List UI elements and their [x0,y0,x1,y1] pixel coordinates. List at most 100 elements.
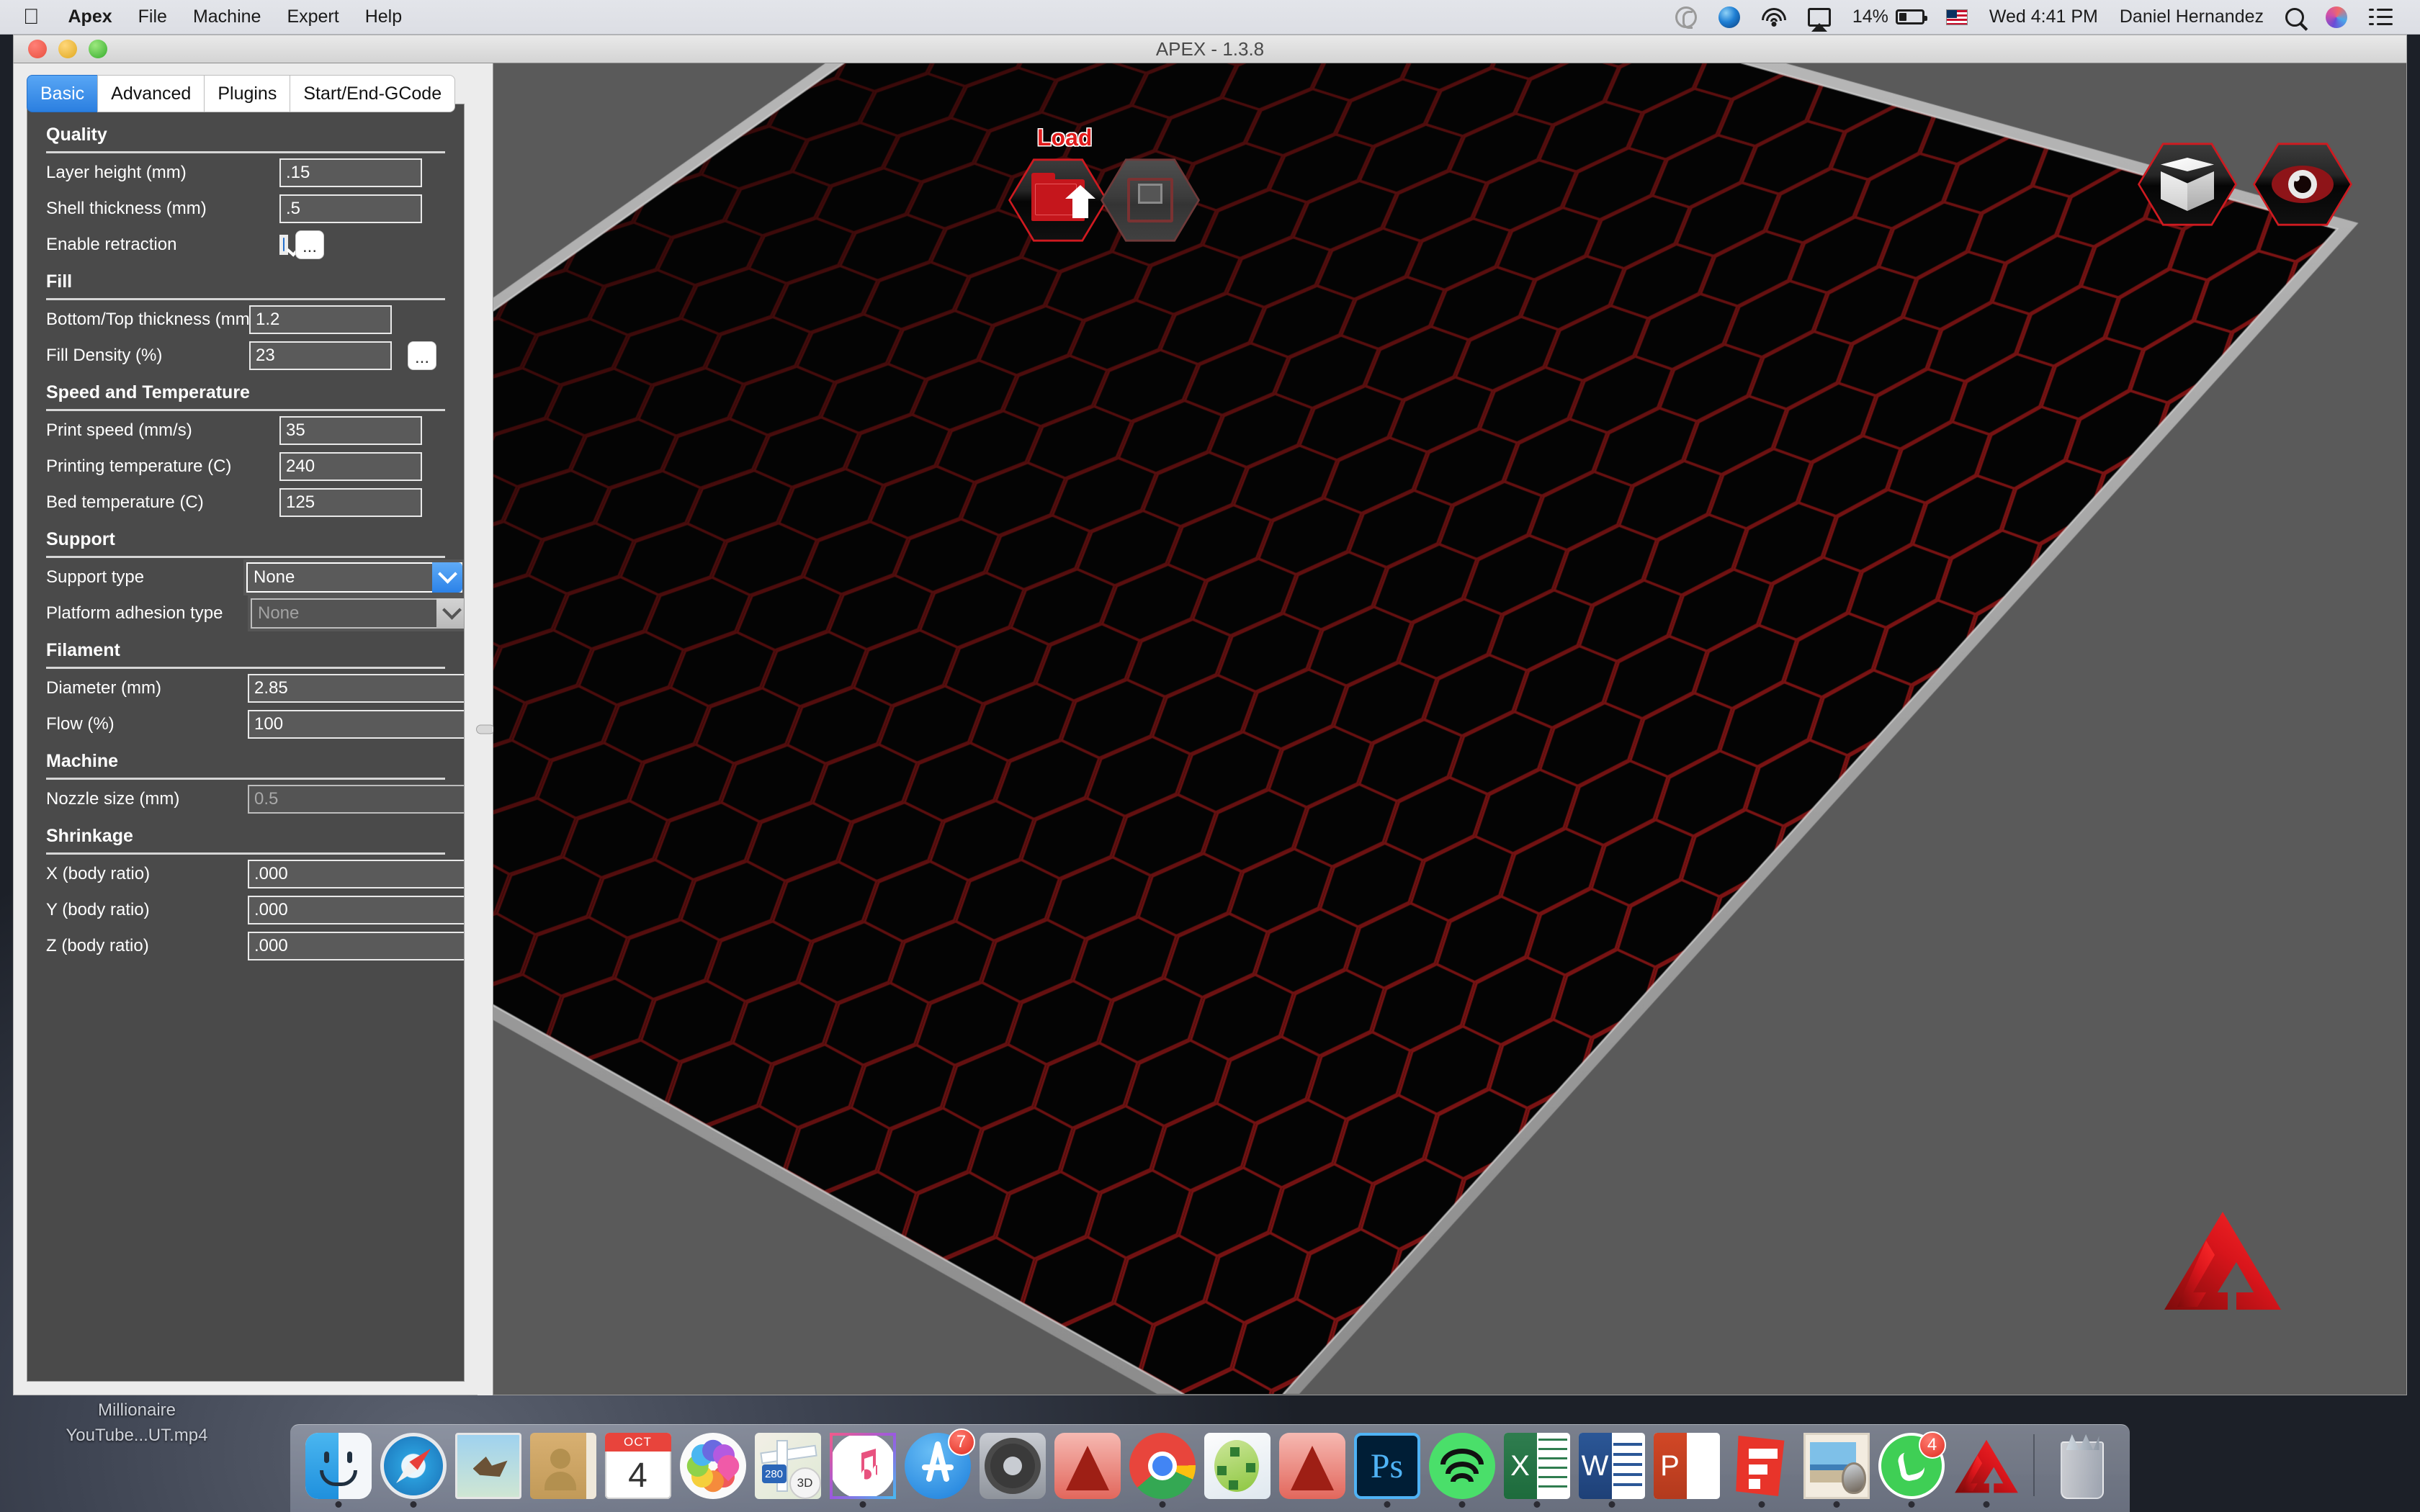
splitter-grip[interactable] [475,724,495,734]
chevron-down-icon[interactable] [436,598,464,629]
input-print-speed-mm-s[interactable] [279,415,422,445]
siri-icon[interactable] [2315,0,2358,35]
dock-item-apex[interactable] [1950,1428,2022,1509]
apple-icon[interactable]:  [0,6,55,28]
input-y-body-ratio[interactable] [248,895,464,924]
input-bottom-top-thickness-mm[interactable] [249,305,392,334]
dock-item-autocad-2[interactable] [1276,1428,1348,1509]
settings-panel: Quality Layer height (mm) Shell thickness … [27,104,465,1382]
menu-item-expert[interactable]: Expert [274,6,351,27]
battery-status[interactable]: 14% [1842,0,1935,35]
calendar-month: OCT [604,1433,671,1452]
running-indicator [1159,1501,1165,1508]
search-icon[interactable] [2275,0,2315,35]
setting-row-bottom-top-thickness-mm: Bottom/Top thickness (mm) [27,302,464,336]
dock-item-mail[interactable] [452,1428,524,1509]
dock-item-chrome[interactable] [1126,1428,1198,1509]
input-shell-thickness-mm[interactable] [279,194,422,223]
menu-item-machine[interactable]: Machine [180,6,274,27]
menu-item-help[interactable]: Help [352,6,415,27]
setting-row-bed-temperature-c: Bed temperature (C) [27,485,464,519]
input-x-body-ratio[interactable] [248,859,464,888]
dock-item-maps[interactable]: 280 3D [751,1428,824,1509]
dock-item-autocad[interactable] [1051,1428,1124,1509]
dock-item-system-preferences[interactable] [976,1428,1049,1509]
setting-label-shell-thickness-mm: Shell thickness (mm) [46,198,207,218]
dock-item-meshmixer[interactable] [1201,1428,1273,1509]
setting-row-layer-height-mm: Layer height (mm) [27,156,464,189]
dock-item-app-store[interactable]: 7 [901,1428,975,1509]
select-support-type[interactable]: None [246,562,462,593]
dock-item-preview[interactable] [1800,1428,1873,1509]
input-layer-height-mm[interactable] [279,158,422,187]
dock-item-itunes[interactable] [826,1428,899,1509]
dock-item-excel[interactable]: X [1500,1428,1573,1509]
more-options-button-enable-retraction[interactable]: ... [295,230,324,259]
dock-item-whatsapp[interactable]: 4 [1875,1428,1948,1509]
setting-control-printing-temperature-c [279,451,422,481]
airplay-icon[interactable] [1797,0,1842,35]
checkbox-enable-retraction[interactable] [283,237,284,251]
input-flow[interactable] [248,709,464,739]
input-fill-density[interactable] [249,341,392,370]
input-z-body-ratio[interactable] [248,931,464,960]
setting-row-platform-adhesion-type: Platform adhesion typeNone... [27,595,464,631]
input-bed-temperature-c[interactable] [279,487,422,517]
dock-item-photos[interactable] [676,1428,749,1509]
running-indicator [1458,1501,1465,1508]
input-printing-temperature-c[interactable] [279,451,422,481]
menu-bar:  Apex File Machine Expert Help 14% Wed … [0,0,2420,35]
setting-row-flow: Flow (%) [27,707,464,741]
section-title-fill: Fill [46,271,73,292]
menu-item-file[interactable]: File [125,6,180,27]
dock-item-word[interactable]: W [1575,1428,1648,1509]
setting-label-enable-retraction: Enable retraction [46,234,177,254]
dock-item-powerpoint[interactable]: P [1650,1428,1723,1509]
tab-start-end-gcode[interactable]: Start/End-GCode [290,75,456,112]
setting-control-enable-retraction [279,234,288,255]
tab-plugins[interactable]: Plugins [204,75,290,112]
desktop-file-label[interactable]: Millionaire YouTube...UT.mp4 [43,1398,230,1449]
clock-label[interactable]: Wed 4:41 PM [1978,0,2109,35]
creative-cloud-icon[interactable] [1664,0,1708,35]
dock-item-sketchup[interactable] [1725,1428,1798,1509]
dock-item-contacts[interactable] [526,1428,599,1509]
setting-control-platform-adhesion-type: None [248,595,464,631]
battery-percent-label: 14% [1852,6,1888,27]
setting-label-z-body-ratio: Z (body ratio) [46,935,149,955]
panel-splitter[interactable] [475,63,495,1395]
setting-label-print-speed-mm-s: Print speed (mm/s) [46,420,192,440]
select-value-platform-adhesion-type: None [258,603,300,623]
running-indicator [335,1501,341,1508]
us-flag-icon[interactable] [1935,0,1978,35]
running-indicator [1758,1501,1765,1508]
tab-basic[interactable]: Basic [27,75,98,112]
floppy-disk-icon [1127,178,1173,222]
menu-item-apex[interactable]: Apex [55,6,125,27]
dock-item-calendar[interactable]: OCT 4 [601,1428,674,1509]
3d-viewport[interactable]: Load [493,63,2407,1395]
blue-orb-icon[interactable] [1708,0,1751,35]
dock-item-safari[interactable] [377,1428,449,1509]
setting-row-fill-density: Fill Density (%)... [27,338,464,372]
setting-control-z-body-ratio [248,931,464,960]
dock-item-photoshop[interactable]: Ps [1350,1428,1423,1509]
user-name-label[interactable]: Daniel Hernandez [2109,0,2275,35]
build-plate[interactable] [493,63,2406,1394]
tab-advanced[interactable]: Advanced [97,75,205,112]
wifi-icon[interactable] [1751,0,1797,35]
input-diameter-mm[interactable] [248,673,464,703]
dock-item-trash[interactable] [2045,1428,2118,1509]
more-options-button-fill-density[interactable]: ... [408,341,436,370]
chevron-down-icon[interactable] [432,562,462,593]
dock-item-finder[interactable] [302,1428,375,1509]
setting-row-nozzle-size-mm: Nozzle size (mm) [27,782,464,816]
section-divider [46,778,445,780]
setting-row-z-body-ratio: Z (body ratio) [27,929,464,963]
dock-item-spotify[interactable] [1425,1428,1498,1509]
dock-divider [2033,1434,2035,1496]
battery-icon [1895,9,1927,24]
setting-row-y-body-ratio: Y (body ratio) [27,893,464,927]
setting-control-x-body-ratio [248,859,464,888]
notification-center-icon[interactable] [2358,0,2401,35]
